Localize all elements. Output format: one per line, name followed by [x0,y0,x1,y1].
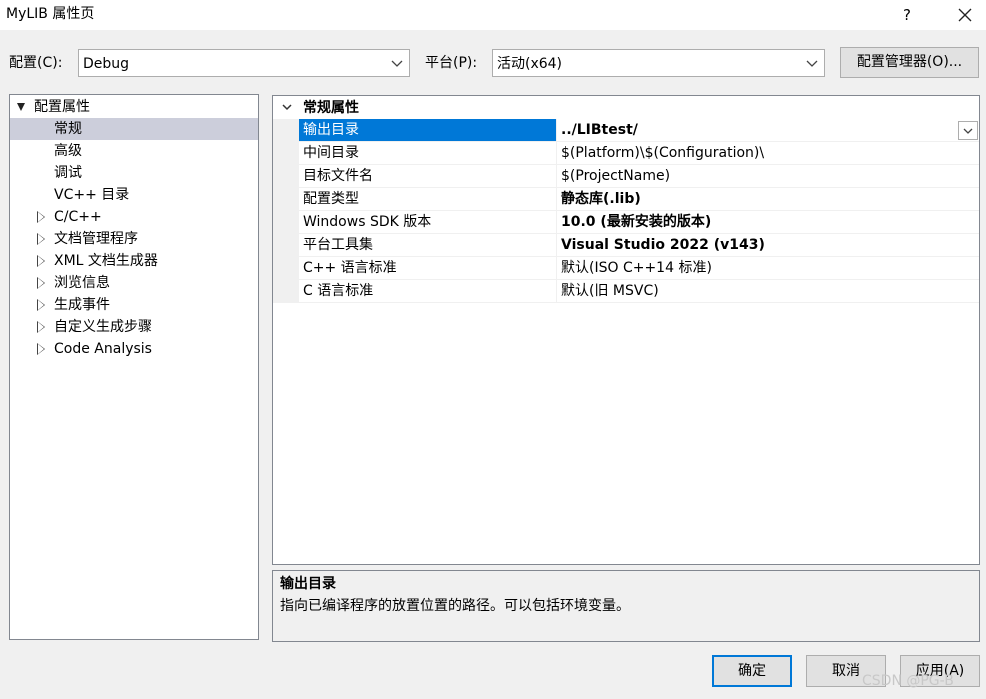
tree-item[interactable]: C/C++ [10,206,258,228]
property-row[interactable]: C 语言标准 默认(旧 MSVC) [273,280,979,303]
property-value[interactable]: Visual Studio 2022 (v143) [557,234,979,257]
tree-root-config-properties[interactable]: 配置属性 [10,96,258,118]
property-value[interactable]: $(Platform)\$(Configuration)\ [557,142,979,165]
property-value-text: 10.0 (最新安装的版本) [561,214,712,230]
title-bar: MyLIB 属性页 ? [0,0,986,30]
property-value-text: $(Platform)\$(Configuration)\ [561,145,765,161]
property-grid[interactable]: 常规属性 输出目录 ../LIBtest/中间目录 $(Platform)\$(Co… [272,95,980,565]
collapsed-triangle-fill [38,300,44,310]
property-value[interactable]: 默认(旧 MSVC) [557,280,979,303]
tree-item-label: 常规 [54,121,82,137]
property-value-text: ../LIBtest/ [561,122,638,138]
config-select[interactable]: Debug [78,49,410,77]
expanded-triangle-icon[interactable] [17,103,25,111]
description-title: 输出目录 [280,576,336,592]
chevron-down-icon [806,60,818,67]
chevron-down-icon[interactable] [281,101,293,113]
tree-item-label: 文档管理程序 [54,231,138,247]
tree-item[interactable]: 高级 [10,140,258,162]
tree-item-label: 配置属性 [34,99,90,115]
property-value[interactable]: 10.0 (最新安装的版本) [557,211,979,234]
row-gutter [273,234,299,257]
tree-item[interactable]: 文档管理程序 [10,228,258,250]
tree-item-label: XML 文档生成器 [54,253,158,269]
ok-button[interactable]: 确定 [712,655,792,687]
collapsed-triangle-fill [38,344,44,354]
property-value[interactable]: $(ProjectName) [557,165,979,188]
property-value[interactable]: ../LIBtest/ [557,119,979,142]
config-select-value: Debug [83,56,130,72]
property-row[interactable]: C++ 语言标准 默认(ISO C++14 标准) [273,257,979,280]
row-gutter [273,188,299,211]
property-row[interactable]: 目标文件名 $(ProjectName) [273,165,979,188]
chevron-down-icon [391,60,403,67]
property-value-text: 默认(旧 MSVC) [561,283,659,299]
row-gutter [273,211,299,234]
row-gutter [273,257,299,280]
property-value[interactable]: 默认(ISO C++14 标准) [557,257,979,280]
property-row[interactable]: 中间目录 $(Platform)\$(Configuration)\ [273,142,979,165]
property-value-text: 默认(ISO C++14 标准) [561,260,712,276]
property-value-text: Visual Studio 2022 (v143) [561,237,765,253]
value-dropdown-button[interactable] [958,121,978,140]
tree-item[interactable]: 浏览信息 [10,272,258,294]
collapsed-triangle-fill [38,256,44,266]
description-panel: 输出目录 指向已编译程序的放置位置的路径。可以包括环境变量。 [272,570,980,642]
tree-item-label: VC++ 目录 [54,187,130,203]
collapsed-triangle-fill [38,234,44,244]
tree-item[interactable]: VC++ 目录 [10,184,258,206]
help-button[interactable]: ? [893,2,921,28]
tree-item-label: 高级 [54,143,82,159]
tree-item[interactable]: XML 文档生成器 [10,250,258,272]
property-name[interactable]: Windows SDK 版本 [299,211,557,234]
description-text: 指向已编译程序的放置位置的路径。可以包括环境变量。 [280,598,630,614]
property-name[interactable]: 中间目录 [299,142,557,165]
property-row[interactable]: 平台工具集 Visual Studio 2022 (v143) [273,234,979,257]
config-label: 配置(C): [9,55,63,71]
row-gutter [273,142,299,165]
tree-item-label: 自定义生成步骤 [54,319,152,335]
grid-category-general[interactable]: 常规属性 [273,96,979,119]
tree-item[interactable]: 自定义生成步骤 [10,316,258,338]
property-value[interactable]: 静态库(.lib) [557,188,979,211]
tree-item-label: Code Analysis [54,341,152,357]
tree-item-label: 浏览信息 [54,275,110,291]
close-button[interactable] [950,2,980,28]
config-manager-button[interactable]: 配置管理器(O)... [840,47,979,78]
collapsed-triangle-fill [38,322,44,332]
tree-item[interactable]: Code Analysis [10,338,258,360]
chevron-down-icon [963,128,973,134]
row-gutter [273,280,299,303]
platform-select[interactable]: 活动(x64) [492,49,825,77]
property-tree[interactable]: 配置属性 常规高级调试 VC++ 目录 C/C++ 文档管理程序 XML 文档生成器 浏览… [9,94,259,640]
tree-item[interactable]: 常规 [10,118,258,140]
watermark: CSDN @PG-B [862,673,954,689]
tree-item[interactable]: 调试 [10,162,258,184]
close-icon [958,8,972,22]
row-gutter [273,119,299,142]
property-row[interactable]: 配置类型 静态库(.lib) [273,188,979,211]
tree-item-label: 调试 [54,165,82,181]
property-name[interactable]: 配置类型 [299,188,557,211]
property-value-text: $(ProjectName) [561,168,671,184]
property-name[interactable]: 目标文件名 [299,165,557,188]
collapsed-triangle-fill [38,278,44,288]
tree-item-label: 生成事件 [54,297,110,313]
collapsed-triangle-fill [38,212,44,222]
window-title: MyLIB 属性页 [6,6,95,22]
property-name[interactable]: C++ 语言标准 [299,257,557,280]
property-value-text: 静态库(.lib) [561,191,641,207]
grid-category-label: 常规属性 [303,100,359,116]
row-gutter [273,165,299,188]
tree-item[interactable]: 生成事件 [10,294,258,316]
property-row[interactable]: Windows SDK 版本 10.0 (最新安装的版本) [273,211,979,234]
property-name[interactable]: 输出目录 [299,119,557,142]
property-name[interactable]: 平台工具集 [299,234,557,257]
platform-label: 平台(P): [425,55,478,71]
property-name[interactable]: C 语言标准 [299,280,557,303]
platform-select-value: 活动(x64) [497,56,563,72]
tree-item-label: C/C++ [54,209,102,225]
property-row[interactable]: 输出目录 ../LIBtest/ [273,119,979,142]
